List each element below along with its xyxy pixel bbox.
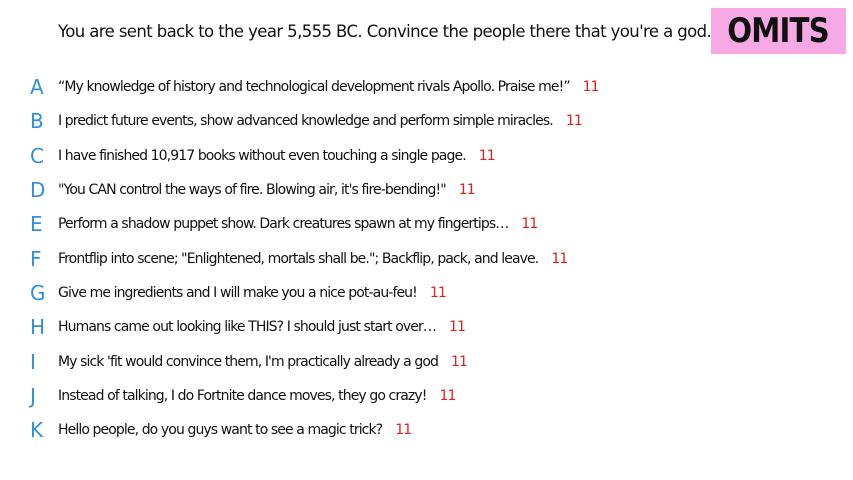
- answer-letter: A: [30, 75, 44, 100]
- prompt-question: You are sent back to the year 5,555 BC. …: [58, 22, 712, 41]
- answer-score: 11: [521, 216, 538, 233]
- answer-text: Humans came out looking like THIS? I sho…: [58, 319, 437, 336]
- answer-row-g: G Give me ingredients and I will make yo…: [0, 276, 853, 310]
- answer-text: "You CAN control the ways of fire. Blowi…: [58, 182, 447, 199]
- answer-letter: H: [30, 315, 45, 340]
- answer-letter: C: [30, 143, 44, 168]
- answer-letter: I: [30, 349, 36, 374]
- answer-row-c: C I have finished 10,917 books without e…: [0, 139, 853, 173]
- answer-row-i: I My sick 'fit would convince them, I'm …: [0, 344, 853, 378]
- answer-letter: K: [30, 418, 43, 443]
- answer-row-j: J Instead of talking, I do Fortnite danc…: [0, 379, 853, 413]
- answer-score: 11: [565, 113, 583, 130]
- answer-row-e: E Perform a shadow puppet show. Dark cre…: [0, 207, 853, 241]
- answer-row-k: K Hello people, do you guys want to see …: [0, 413, 853, 447]
- answer-row-a: A “My knowledge of history and technolog…: [0, 70, 853, 104]
- answer-row-h: H Humans came out looking like THIS? I s…: [0, 310, 853, 344]
- answer-score: 11: [582, 79, 600, 96]
- badge-label: OMITS: [727, 11, 830, 51]
- answer-letter: G: [30, 280, 46, 305]
- answer-letter: B: [30, 109, 44, 134]
- answer-letter: J: [30, 383, 36, 408]
- answer-text: Give me ingredients and I will make you …: [58, 284, 418, 301]
- answer-letter: F: [30, 246, 42, 271]
- answer-score: 11: [395, 422, 412, 439]
- answer-letter: E: [30, 212, 43, 237]
- omits-badge: OMITS: [711, 8, 846, 54]
- answer-text: I predict future events, show advanced k…: [58, 113, 554, 130]
- answer-score: 11: [439, 387, 456, 404]
- answer-row-b: B I predict future events, show advanced…: [0, 104, 853, 138]
- answer-text: Instead of talking, I do Fortnite dance …: [58, 387, 427, 404]
- answer-text: I have finished 10,917 books without eve…: [58, 147, 467, 164]
- answer-row-f: F Frontflip into scene; "Enlightened, mo…: [0, 241, 853, 275]
- answer-text: “My knowledge of history and technologic…: [58, 79, 571, 96]
- answer-list: A “My knowledge of history and technolog…: [0, 70, 853, 447]
- answer-score: 11: [478, 147, 496, 164]
- answer-score: 11: [448, 319, 466, 336]
- answer-row-d: D "You CAN control the ways of fire. Blo…: [0, 173, 853, 207]
- answer-text: My sick 'fit would convince them, I'm pr…: [58, 353, 439, 370]
- answer-score: 11: [458, 182, 476, 199]
- answer-text: Frontflip into scene; "Enlightened, mort…: [58, 250, 539, 267]
- answer-score: 11: [429, 284, 447, 301]
- answer-score: 11: [551, 250, 568, 267]
- answer-text: Perform a shadow puppet show. Dark creat…: [58, 216, 509, 233]
- answer-letter: D: [30, 178, 45, 203]
- answer-text: Hello people, do you guys want to see a …: [58, 422, 383, 439]
- answer-score: 11: [451, 353, 468, 370]
